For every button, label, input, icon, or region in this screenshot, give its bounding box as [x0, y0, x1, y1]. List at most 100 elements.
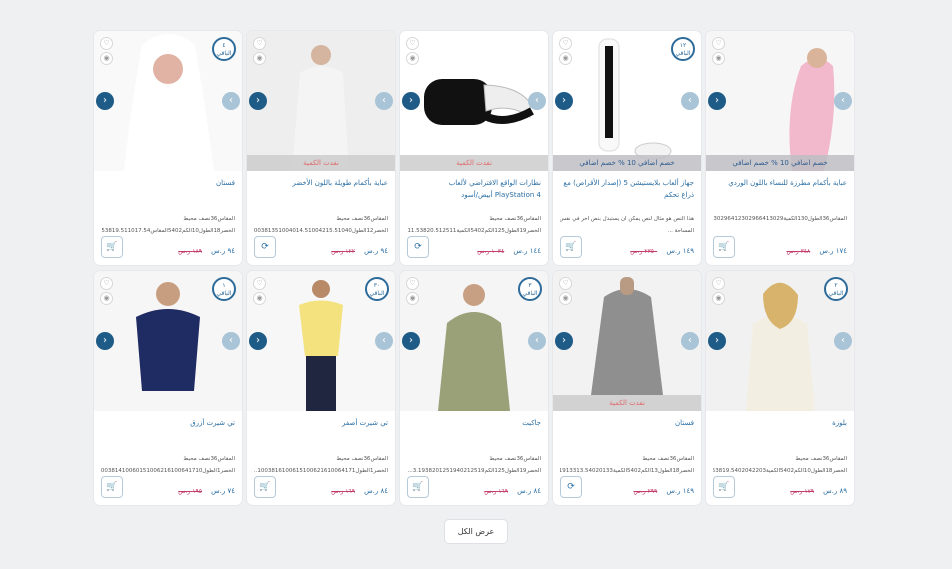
- heart-icon[interactable]: ♡: [253, 277, 266, 290]
- next-image-button[interactable]: ›: [528, 92, 546, 110]
- product-image-area[interactable]: ♡ ◉ › ‹ ٤ الباقي: [94, 31, 242, 171]
- product-title[interactable]: فستان: [101, 177, 235, 213]
- old-price: ١٠٣٤ ر.س: [477, 247, 505, 255]
- product-title[interactable]: عباية بأكمام طويلة باللون الأخضر: [254, 177, 388, 213]
- product-title[interactable]: تي شيرت أزرق: [101, 417, 235, 453]
- product-title[interactable]: نظارات الواقع الافتراضي لألعاب PlayStati…: [407, 177, 541, 213]
- previous-image-button[interactable]: ‹: [555, 92, 573, 110]
- heart-icon[interactable]: ♡: [559, 37, 572, 50]
- heart-icon[interactable]: ♡: [406, 37, 419, 50]
- product-attribute-line-1: المقاس36نصف محيط: [336, 456, 388, 462]
- product-attribute-line-2: المساحة ...: [667, 228, 694, 234]
- view-all-button[interactable]: عرض الكل: [444, 519, 508, 544]
- previous-image-button[interactable]: ‹: [402, 332, 420, 350]
- previous-image-button[interactable]: ‹: [249, 92, 267, 110]
- remaining-badge: ٣٠ الباقي: [365, 277, 389, 301]
- cart-icon[interactable]: 🛒: [101, 236, 123, 258]
- heart-icon[interactable]: ♡: [253, 37, 266, 50]
- product-card[interactable]: ♡ ◉ › ‹ ٢ الباقي بلوزة المقاس36نصف محيط …: [706, 271, 854, 505]
- product-card[interactable]: ♡ ◉ › ‹ نفدت الكمية نظارات الواقع الافتر…: [400, 31, 548, 265]
- product-card[interactable]: ♡ ◉ › ‹ نفدت الكمية فستان المقاس36نصف مح…: [553, 271, 701, 505]
- product-banner: نفدت الكمية: [553, 395, 701, 411]
- product-image-area[interactable]: ♡ ◉ › ‹ ١ الباقي: [94, 271, 242, 411]
- previous-image-button[interactable]: ‹: [708, 332, 726, 350]
- price-group: ١٤٤ ر.س ١٠٣٤ ر.س: [477, 238, 541, 257]
- old-price: ١٧٩ ر.س: [790, 487, 814, 495]
- next-image-button[interactable]: ›: [222, 92, 240, 110]
- next-image-button[interactable]: ›: [222, 332, 240, 350]
- product-image-area[interactable]: ♡ ◉ › ‹ ٢ الباقي: [706, 271, 854, 411]
- heart-icon[interactable]: ♡: [100, 37, 113, 50]
- product-attribute-line-1: المقاس36نصف محيط: [183, 456, 235, 462]
- product-title[interactable]: تي شيرت أصفر: [254, 417, 388, 453]
- product-title[interactable]: جهاز ألعاب بلايستيشن 5 (إصدار الأقراص) م…: [560, 177, 694, 213]
- cart-icon[interactable]: 🛒: [713, 476, 735, 498]
- product-card[interactable]: ♡ ◉ › ‹ ٣ الباقي جاكيت المقاس36نصف محيط …: [400, 271, 548, 505]
- cart-icon[interactable]: 🛒: [101, 476, 123, 498]
- current-price: ٨٩ ر.س: [823, 486, 847, 495]
- next-image-button[interactable]: ›: [681, 92, 699, 110]
- next-image-button[interactable]: ›: [681, 332, 699, 350]
- product-card[interactable]: ♡ ◉ › ‹ ١٢ الباقي خصم اضافي 10 % خصم اضا…: [553, 31, 701, 265]
- eye-icon[interactable]: ◉: [712, 52, 725, 65]
- price-group: ٧٤ ر.س ١٩٥ ر.س: [178, 478, 235, 497]
- product-image-area[interactable]: ♡ ◉ › ‹ نفدت الكمية: [400, 31, 548, 171]
- cart-icon[interactable]: 🛒: [254, 476, 276, 498]
- product-attribute-line-1: المقاس36نصف محيط: [183, 216, 235, 222]
- previous-image-button[interactable]: ‹: [555, 332, 573, 350]
- product-image-area[interactable]: ♡ ◉ › ‹ ٣٠ الباقي: [247, 271, 395, 411]
- product-image-area[interactable]: ♡ ◉ › ‹ ١٢ الباقي خصم اضافي 10 % خصم اضا…: [553, 31, 701, 171]
- remaining-badge: ٢ الباقي: [824, 277, 848, 301]
- product-card[interactable]: ♡ ◉ › ‹ نفدت الكمية عباية بأكمام طويلة ب…: [247, 31, 395, 265]
- next-image-button[interactable]: ›: [834, 92, 852, 110]
- heart-icon[interactable]: ♡: [712, 277, 725, 290]
- product-image-area[interactable]: ♡ ◉ › ‹ خصم اضافي 10 % خصم اضافي: [706, 31, 854, 171]
- heart-icon[interactable]: ♡: [100, 277, 113, 290]
- product-image-area[interactable]: ♡ ◉ › ‹ نفدت الكمية: [247, 31, 395, 171]
- current-price: ٩٤ ر.س: [211, 246, 235, 255]
- product-attribute-line-2: الخصر18الطول10الكم5402الكمية19.53819.540…: [713, 468, 847, 474]
- eye-icon[interactable]: ◉: [712, 292, 725, 305]
- product-title[interactable]: عباية بأكمام مطرزة للنساء باللون الوردي: [713, 177, 847, 213]
- old-price: ٢٩٩ ر.س: [633, 487, 658, 495]
- cart-icon[interactable]: 🛒: [713, 236, 735, 258]
- product-image: [247, 31, 395, 171]
- product-title[interactable]: جاكيت: [407, 417, 541, 453]
- product-image-area[interactable]: ♡ ◉ › ‹ ٣ الباقي: [400, 271, 548, 411]
- product-title[interactable]: بلوزة: [713, 417, 847, 453]
- eye-icon[interactable]: ◉: [253, 292, 266, 305]
- eye-icon[interactable]: ◉: [253, 52, 266, 65]
- next-image-button[interactable]: ›: [375, 92, 393, 110]
- price-group: ١٤٩ ر.س ٢٩٩ ر.س: [634, 478, 694, 497]
- next-image-button[interactable]: ›: [834, 332, 852, 350]
- product-image-area[interactable]: ♡ ◉ › ‹ نفدت الكمية: [553, 271, 701, 411]
- cart-icon[interactable]: 🛒: [407, 476, 429, 498]
- heart-icon[interactable]: ♡: [406, 277, 419, 290]
- previous-image-button[interactable]: ‹: [96, 92, 114, 110]
- eye-icon[interactable]: ◉: [100, 292, 113, 305]
- refresh-icon[interactable]: ⟳: [254, 236, 276, 258]
- previous-image-button[interactable]: ‹: [402, 92, 420, 110]
- product-card[interactable]: ♡ ◉ › ‹ ٤ الباقي فستان المقاس36نصف محيط …: [94, 31, 242, 265]
- remaining-badge: ١ الباقي: [212, 277, 236, 301]
- eye-icon[interactable]: ◉: [559, 52, 572, 65]
- product-card[interactable]: ♡ ◉ › ‹ ١ الباقي تي شيرت أزرق المقاس36نص…: [94, 271, 242, 505]
- product-card[interactable]: ♡ ◉ › ‹ ٣٠ الباقي تي شيرت أصفر المقاس36ن…: [247, 271, 395, 505]
- previous-image-button[interactable]: ‹: [96, 332, 114, 350]
- product-card[interactable]: ♡ ◉ › ‹ خصم اضافي 10 % خصم اضافي عباية ب…: [706, 31, 854, 265]
- product-title[interactable]: فستان: [560, 417, 694, 453]
- refresh-icon[interactable]: ⟳: [560, 476, 582, 498]
- eye-icon[interactable]: ◉: [406, 52, 419, 65]
- eye-icon[interactable]: ◉: [559, 292, 572, 305]
- heart-icon[interactable]: ♡: [559, 277, 572, 290]
- next-image-button[interactable]: ›: [375, 332, 393, 350]
- cart-icon[interactable]: 🛒: [560, 236, 582, 258]
- eye-icon[interactable]: ◉: [406, 292, 419, 305]
- previous-image-button[interactable]: ‹: [249, 332, 267, 350]
- next-image-button[interactable]: ›: [528, 332, 546, 350]
- refresh-icon[interactable]: ⟳: [407, 236, 429, 258]
- price-group: ٩٤ ر.س ١٨٩ ر.س: [178, 238, 235, 257]
- eye-icon[interactable]: ◉: [100, 52, 113, 65]
- previous-image-button[interactable]: ‹: [708, 92, 726, 110]
- heart-icon[interactable]: ♡: [712, 37, 725, 50]
